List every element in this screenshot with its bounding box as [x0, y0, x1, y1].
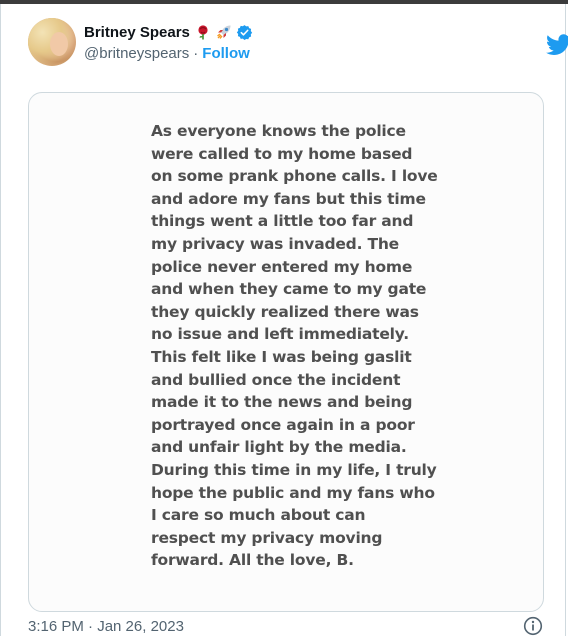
note-line: no issue and left immediately.: [151, 325, 409, 344]
note-line: made it to the news and being: [151, 393, 413, 412]
verified-badge-icon: [236, 24, 253, 40]
author-handle[interactable]: @britneyspears: [84, 45, 189, 62]
note-line: and bullied once the incident: [151, 370, 401, 389]
note-line: on some prank phone calls. I love: [151, 167, 438, 186]
embedded-tweet: Britney Spears @britneyspears · Follow A…: [0, 4, 568, 636]
note-line: During this time in my life, I truly: [151, 460, 437, 479]
note-text: As everyone knows the police were called…: [151, 120, 441, 572]
author-handle-row: @britneyspears · Follow: [84, 43, 250, 63]
note-line: forward. All the love, B.: [151, 551, 354, 570]
note-line: were called to my home based: [151, 144, 413, 163]
twitter-bird-icon[interactable]: [546, 34, 568, 56]
tweet-header: Britney Spears @britneyspears · Follow: [28, 18, 568, 68]
note-line: As everyone knows the police: [151, 122, 406, 140]
note-line: respect my privacy moving: [151, 528, 383, 547]
note-line: they quickly realized there was: [151, 302, 419, 321]
author-name-row: Britney Spears: [84, 22, 253, 42]
note-line: and unfair light by the media.: [151, 438, 407, 457]
note-line: portrayed once again in a poor: [151, 415, 415, 434]
note-line: This felt like I was being gaslit: [151, 347, 412, 366]
info-icon[interactable]: [523, 616, 543, 636]
note-line: hope the public and my fans who: [151, 483, 435, 502]
avatar-face: [50, 32, 68, 56]
tweet-timestamp[interactable]: 3:16 PM · Jan 26, 2023: [28, 618, 184, 635]
follow-button[interactable]: Follow: [202, 45, 250, 62]
note-screenshot-image[interactable]: As everyone knows the police were called…: [28, 92, 544, 612]
note-line: my privacy was invaded. The: [151, 234, 399, 253]
note-line: and adore my fans but this time: [151, 189, 426, 208]
rose-emoji-icon: [198, 25, 208, 40]
separator-dot: ·: [193, 44, 199, 62]
note-line: and when they came to my gate: [151, 280, 427, 299]
note-line: things went a little too far and: [151, 212, 414, 231]
note-line: police never entered my home: [151, 257, 413, 276]
author-display-name[interactable]: Britney Spears: [84, 24, 190, 41]
note-line: I care so much about can: [151, 506, 366, 525]
rocket-emoji-icon: [216, 25, 231, 39]
avatar[interactable]: [28, 18, 76, 66]
